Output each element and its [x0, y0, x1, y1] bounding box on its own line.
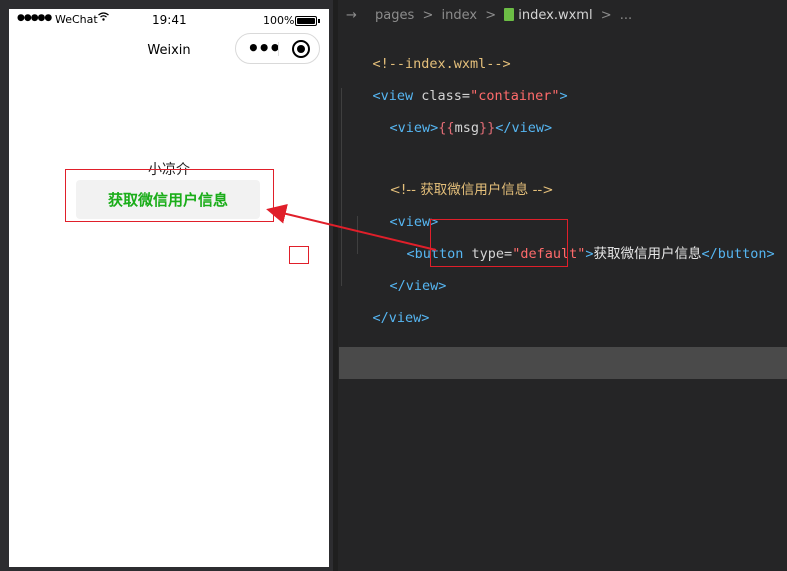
code-area[interactable]: <!--index.wxml--> <view class="container…	[340, 34, 775, 326]
signal-icon: ●●●●●	[17, 13, 52, 23]
breadcrumb-separator: >	[485, 8, 497, 23]
code-line-4: <!-- 获取微信用户信息 -->	[357, 160, 554, 198]
mustache-open: {{	[438, 120, 455, 136]
forward-arrow-icon[interactable]: →	[346, 8, 357, 23]
more-icon[interactable]: •••	[247, 37, 281, 59]
tag-close: >	[585, 246, 594, 262]
code-line-3: <view>{{msg}}</view>	[357, 98, 553, 136]
tag-open: <view>	[389, 120, 439, 136]
breadcrumb-item-file[interactable]: index.wxml	[518, 8, 592, 23]
menu-capsule: •••	[235, 33, 320, 64]
status-time: 19:41	[152, 13, 187, 27]
wxml-file-icon	[504, 8, 515, 21]
current-line-highlight	[339, 347, 787, 379]
navigation-bar: Weixin •••	[9, 31, 329, 71]
close-miniprogram-icon[interactable]	[292, 40, 310, 58]
phone-screen: ●●●●● WeChat 19:41 100% Weixin ••• 小凉介 获…	[9, 9, 329, 567]
status-bar: ●●●●● WeChat 19:41 100%	[9, 9, 329, 31]
annotation-box-type	[430, 219, 568, 267]
breadcrumb-item-index[interactable]: index	[441, 8, 477, 23]
code-line-5: <view>	[357, 192, 439, 230]
capsule-divider	[278, 42, 279, 56]
variable: msg	[454, 120, 479, 136]
breadcrumb: → pages > index > index.wxml > ...	[346, 8, 636, 26]
battery-percent: 100%	[263, 14, 295, 27]
tag-close: >	[559, 88, 568, 104]
button-text: 获取微信用户信息	[593, 246, 702, 262]
tag-end: </view>	[372, 310, 430, 326]
breadcrumb-separator: >	[422, 8, 434, 23]
code-line-8: </view>	[340, 288, 430, 326]
panel-divider[interactable]	[333, 0, 338, 571]
code-line-1: <!--index.wxml-->	[340, 34, 511, 72]
wifi-icon	[98, 12, 109, 24]
tag-end: </button>	[701, 246, 775, 262]
breadcrumb-item-more[interactable]: ...	[620, 8, 632, 23]
annotation-box-small	[289, 246, 309, 264]
battery-icon	[295, 16, 320, 26]
breadcrumb-separator: >	[600, 8, 612, 23]
mustache-close: }}	[478, 120, 496, 136]
breadcrumb-item-pages[interactable]: pages	[375, 8, 414, 23]
code-line-2: <view class="container">	[340, 66, 568, 104]
carrier-label: WeChat	[55, 13, 98, 26]
simulator-panel: ●●●●● WeChat 19:41 100% Weixin ••• 小凉介 获…	[0, 0, 333, 571]
tag-close: </view>	[495, 120, 553, 136]
annotation-box-button	[65, 169, 274, 222]
